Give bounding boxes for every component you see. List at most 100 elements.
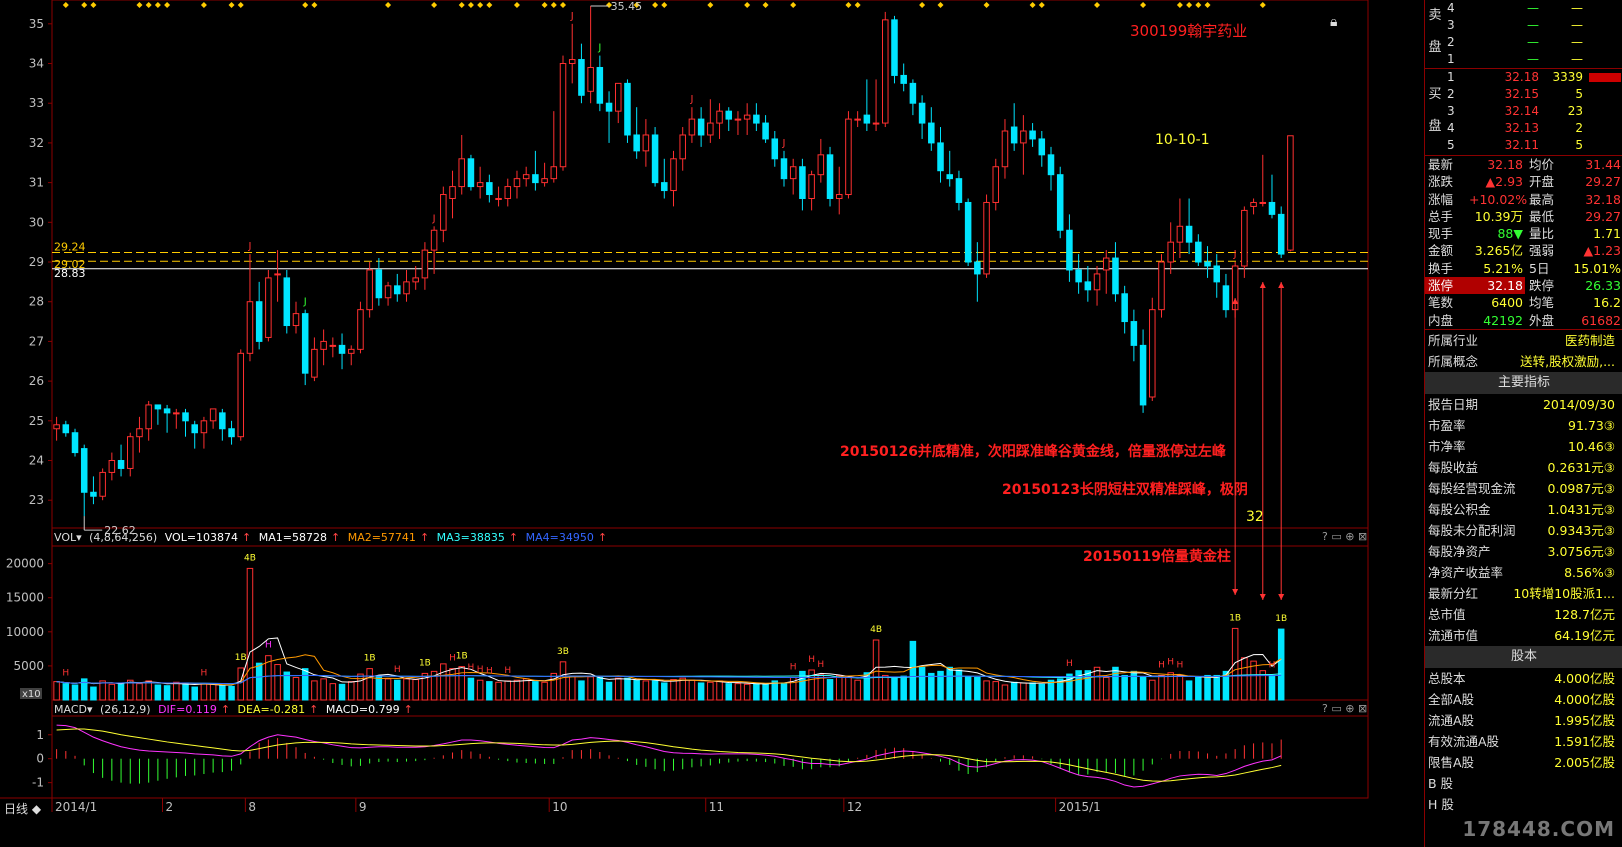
volume-bar	[614, 677, 622, 701]
indicator-row[interactable]: 总市值 128.7亿元	[1425, 604, 1622, 625]
kline-chart-svg[interactable]: 2324252627282930313233343529.2429.0228.8…	[0, 0, 1424, 847]
candle-body	[725, 110, 733, 120]
concept-row[interactable]: 所属概念 送转,股权激励,...	[1425, 351, 1622, 372]
equity-row[interactable]: B 股	[1425, 773, 1622, 794]
lock-icon[interactable]: 🔒︎	[1330, 14, 1337, 30]
sell-level-row[interactable]: 3 — —	[1425, 17, 1622, 34]
indicator-row[interactable]: 市净率 10.46③	[1425, 436, 1622, 457]
level-price: —	[1527, 18, 1539, 32]
volume-bar	[292, 677, 300, 701]
macd-indicator-select[interactable]: MACD▾	[54, 703, 93, 716]
chart-area[interactable]: 23 24 25 26 27 28 29 30 31 32 33 34 35 29.24 29.02 28.8…	[0, 0, 1424, 847]
volume-bar	[541, 681, 548, 701]
equity-row[interactable]: 总股本 4.000亿股	[1425, 668, 1622, 689]
volume-bar	[209, 683, 217, 701]
indicator-value: 8.56%③	[1564, 564, 1615, 580]
help-icon[interactable]: ?	[1322, 702, 1328, 715]
volume-signal-marker: 4B	[244, 553, 256, 563]
candle-body	[338, 344, 346, 354]
candle-body	[108, 460, 116, 473]
indicator-row[interactable]: 每股收益 0.2631元③	[1425, 457, 1622, 478]
concept-value[interactable]: 送转,股权激励,...	[1520, 351, 1615, 372]
add-icon[interactable]: ⊕	[1345, 702, 1354, 715]
volume-bar	[449, 668, 456, 701]
candle-body	[228, 428, 235, 438]
pattern-label: 10-10-1	[1155, 132, 1210, 148]
volume-bar	[826, 679, 834, 701]
volume-signal-marker: H	[1066, 659, 1073, 669]
indicator-row[interactable]: 净资产收益率 8.56%③	[1425, 562, 1622, 583]
top-signal-diamond	[486, 2, 493, 8]
candle-body	[421, 249, 429, 279]
indicator-row[interactable]: 报告日期 2014/09/30	[1425, 394, 1622, 415]
close-icon[interactable]: ⊠	[1358, 702, 1367, 715]
indicator-row[interactable]: 市盈率 91.73③	[1425, 415, 1622, 436]
vol-value: VOL=103874	[164, 531, 239, 544]
equity-row[interactable]: H 股	[1425, 794, 1622, 815]
indicator-row[interactable]: 每股公积金 1.0431元③	[1425, 499, 1622, 520]
macd-panel-tools[interactable]: ? ▭ ⊕ ⊠	[1322, 702, 1367, 715]
equity-row[interactable]: 流通A股 1.995亿股	[1425, 710, 1622, 731]
buy-level-row[interactable]: 5 32.11 5	[1425, 137, 1622, 154]
indicator-row[interactable]: 每股净资产 3.0756元③	[1425, 541, 1622, 562]
indicator-value: 0.2631元③	[1547, 459, 1615, 475]
j-signal-marker: J	[303, 297, 307, 308]
candle-body	[789, 166, 797, 180]
level-volume: 23	[1567, 104, 1583, 118]
indicator-value: 3.0756元③	[1547, 543, 1615, 559]
volume-bar	[1010, 681, 1018, 701]
equity-value: 1.591亿股	[1554, 733, 1615, 749]
sell-level-row[interactable]: 2 — —	[1425, 34, 1622, 51]
candle-body	[265, 277, 272, 338]
buy-level-row[interactable]: 3 32.14 23	[1425, 103, 1622, 120]
buy-level-row[interactable]: 4 32.13 2	[1425, 120, 1622, 137]
settings-icon[interactable]: ▭	[1331, 702, 1341, 715]
buy-level-row[interactable]: 1 32.18 3339	[1425, 69, 1622, 86]
candle-body	[486, 182, 493, 196]
candle-body	[513, 178, 521, 188]
industry-value[interactable]: 医药制造	[1565, 330, 1615, 351]
buy-level-row[interactable]: 2 32.15 5	[1425, 86, 1622, 103]
volume-bar	[946, 666, 953, 701]
equity-row[interactable]: 有效流通A股 1.591亿股	[1425, 731, 1622, 752]
candle-body	[366, 269, 373, 311]
equity-row[interactable]: 限售A股 2.005亿股	[1425, 752, 1622, 773]
vol-panel-tools[interactable]: ? ▭ ⊕ ⊠	[1322, 530, 1367, 543]
level-price: 32.11	[1504, 138, 1539, 152]
quote-key: 强弱	[1529, 243, 1555, 259]
quote-key: 开盘	[1529, 174, 1555, 190]
indicator-row[interactable]: 每股未分配利润 0.9343元③	[1425, 520, 1622, 541]
top-signal-diamond	[81, 2, 88, 8]
top-signal-diamond	[1204, 2, 1211, 8]
candle-body	[780, 158, 788, 180]
indicator-row[interactable]: 每股经营现金流 0.0987元③	[1425, 478, 1622, 499]
vol-indicator-select[interactable]: VOL▾	[54, 531, 82, 544]
settings-icon[interactable]: ▭	[1331, 530, 1341, 543]
equity-key: 有效流通A股	[1428, 733, 1500, 749]
volume-bar	[679, 677, 686, 701]
quote-row: 涨幅 +10.02% 最高 32.18	[1425, 191, 1622, 208]
sell-level-row[interactable]: 1 — —	[1425, 51, 1622, 68]
candle-body	[495, 197, 502, 200]
indicator-key: 每股经营现金流	[1428, 480, 1516, 496]
equity-row[interactable]: 全部A股 4.000亿股	[1425, 689, 1622, 710]
quote-row: 内盘 42192 外盘 61682	[1425, 312, 1622, 329]
period-selector[interactable]: 日线 ◆	[4, 800, 41, 817]
indicator-row[interactable]: 流通市值 64.19亿元	[1425, 625, 1622, 646]
indicator-row[interactable]: 最新分红 10转增10股派1...	[1425, 583, 1622, 604]
industry-row[interactable]: 所属行业 医药制造	[1425, 330, 1622, 351]
volume-bar	[71, 684, 79, 701]
indicators-tab[interactable]: 主要指标	[1425, 371, 1622, 394]
volume-bar	[909, 640, 917, 701]
candle-body	[329, 344, 337, 347]
volume-bar	[725, 683, 733, 701]
sell-level-row[interactable]: 4 — —	[1425, 0, 1622, 17]
equity-tab[interactable]: 股本	[1425, 645, 1622, 668]
close-icon[interactable]: ⊠	[1358, 530, 1367, 543]
candle-body	[1010, 126, 1018, 144]
help-icon[interactable]: ?	[1322, 530, 1328, 543]
period-label[interactable]: 日线	[4, 802, 28, 816]
add-icon[interactable]: ⊕	[1345, 530, 1354, 543]
volume-bar	[707, 681, 714, 701]
annotation-arrowhead	[1232, 589, 1239, 595]
